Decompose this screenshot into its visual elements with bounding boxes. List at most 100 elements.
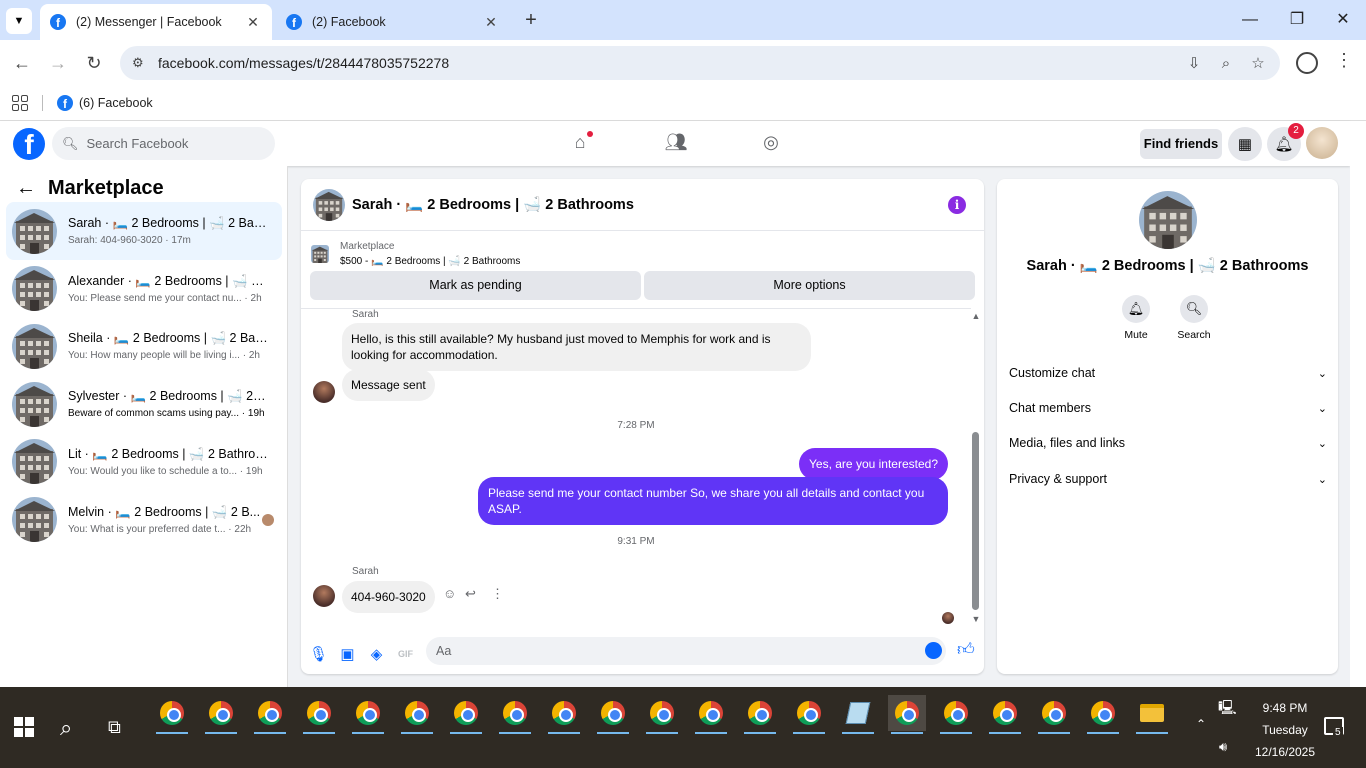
find-friends-button[interactable]: Find friends xyxy=(1140,129,1222,159)
taskbar-chrome[interactable] xyxy=(447,695,485,734)
react-emoji-icon[interactable]: ☺ xyxy=(443,586,456,601)
outgoing-message[interactable]: Yes, are you interested? xyxy=(799,448,948,480)
emoji-icon[interactable] xyxy=(925,642,942,659)
apps-grid-icon[interactable] xyxy=(12,94,28,111)
sticker-icon[interactable]: ◈ xyxy=(362,645,391,663)
sender-avatar[interactable] xyxy=(313,381,335,403)
mark-as-pending-button[interactable]: Mark as pending xyxy=(310,271,641,300)
friends-icon[interactable]: 👥︎ xyxy=(664,132,688,156)
close-tab-icon[interactable]: ✕ xyxy=(244,14,262,31)
restore-button[interactable]: ❐ xyxy=(1275,6,1319,34)
more-options-button[interactable]: More options xyxy=(644,271,975,300)
windows-start-icon[interactable] xyxy=(14,717,34,737)
conversation-item[interactable]: Melvin · 🛏️ 2 Bedrooms | 🛁 2 B... You: Wh… xyxy=(6,491,282,549)
incoming-message[interactable]: Hello, is this still available? My husba… xyxy=(342,323,811,371)
taskbar-chrome[interactable] xyxy=(594,695,632,734)
conversation-item[interactable]: Sylvester · 🛏️ 2 Bedrooms | 🛁 2 B... Bewa… xyxy=(6,375,282,433)
scroll-up-arrow-icon[interactable]: ▲ xyxy=(971,311,981,321)
sender-avatar[interactable] xyxy=(313,585,335,607)
taskbar-chrome[interactable] xyxy=(888,695,926,734)
taskbar-file-explorer[interactable] xyxy=(1133,695,1171,734)
listing-info[interactable]: Marketplace $500 - 🛏️ 2 Bedrooms | 🛁 2 B… xyxy=(301,231,984,269)
profile-icon[interactable] xyxy=(1296,52,1318,74)
conversation-item[interactable]: Sarah · 🛏️ 2 Bedrooms | 🛁 2 Bath... Sarah… xyxy=(6,202,282,260)
zoom-icon[interactable]: ⌕ xyxy=(1214,52,1238,76)
groups-icon[interactable]: ◎ xyxy=(759,132,783,156)
tab-facebook[interactable]: f (2) Facebook ✕ xyxy=(276,4,510,40)
forward-button[interactable]: → xyxy=(44,49,72,77)
section-customize-chat[interactable]: Customize chat ⌄ xyxy=(1009,358,1327,388)
menu-grid-icon[interactable]: ▦ xyxy=(1228,127,1262,161)
facebook-search-input[interactable]: 🔍︎ Search Facebook xyxy=(52,127,275,160)
close-window-button[interactable]: ✕ xyxy=(1321,6,1365,34)
conversation-item[interactable]: Sheila · 🛏️ 2 Bedrooms | 🛁 2 Bath... You:… xyxy=(6,317,282,375)
microphone-icon[interactable]: 🎙︎ xyxy=(304,645,333,663)
conversation-item[interactable]: Lit · 🛏️ 2 Bedrooms | 🛁 2 Bathroo... You:… xyxy=(6,433,282,491)
account-avatar[interactable] xyxy=(1306,127,1338,159)
site-info-icon[interactable]: ⚙ xyxy=(132,55,150,71)
taskbar-chrome[interactable] xyxy=(1035,695,1073,734)
system-clock[interactable]: 9:48 PM Tuesday 12/16/2025 xyxy=(1240,697,1330,763)
thumbs-up-icon[interactable]: 👍︎ xyxy=(957,639,975,660)
close-tab-icon[interactable]: ✕ xyxy=(482,14,500,31)
conversation-item[interactable]: Alexander · 🛏️ 2 Bedrooms | 🛁 2 ... You: … xyxy=(6,260,282,318)
taskbar-chrome[interactable] xyxy=(790,695,828,734)
bookmark-facebook[interactable]: f (6) Facebook xyxy=(57,94,153,111)
volume-icon[interactable]: 🔊︎ xyxy=(1219,739,1227,755)
bookmark-star-icon[interactable]: ☆ xyxy=(1246,52,1270,76)
gif-icon[interactable]: GIF xyxy=(391,649,420,659)
section-media-files-links[interactable]: Media, files and links ⌄ xyxy=(1009,428,1327,458)
taskbar-chrome[interactable] xyxy=(153,695,191,734)
listing-thumbnail xyxy=(12,208,57,254)
message-input[interactable]: Aa xyxy=(426,637,946,665)
minimize-button[interactable]: — xyxy=(1228,6,1272,34)
listing-thumbnail[interactable] xyxy=(313,188,345,221)
info-icon[interactable]: i xyxy=(948,196,966,214)
taskbar-chrome[interactable] xyxy=(692,695,730,734)
taskbar-chrome[interactable] xyxy=(741,695,779,734)
taskbar-chrome[interactable] xyxy=(251,695,289,734)
message-thread[interactable]: Sarah Hello, is this still available? My… xyxy=(301,308,980,626)
back-arrow-icon[interactable]: ← xyxy=(16,177,36,200)
chevron-up-icon[interactable]: ⌃ xyxy=(1196,717,1206,731)
outgoing-message[interactable]: Please send me your contact number So, w… xyxy=(478,477,948,525)
taskbar-chrome[interactable] xyxy=(202,695,240,734)
section-privacy-support[interactable]: Privacy & support ⌄ xyxy=(1009,464,1327,494)
facebook-logo[interactable]: f xyxy=(13,128,45,160)
page-scrollbar[interactable] xyxy=(1350,121,1366,687)
taskbar-chrome[interactable] xyxy=(398,695,436,734)
incoming-message[interactable]: Message sent xyxy=(342,369,435,401)
reply-icon[interactable]: ↩ xyxy=(465,586,476,602)
chat-title[interactable]: Sarah · 🛏️ 2 Bedrooms | 🛁 2 Bathrooms xyxy=(352,196,634,213)
thread-scrollbar-thumb[interactable] xyxy=(972,432,979,610)
search-icon[interactable]: ⌕ xyxy=(60,715,72,741)
more-actions-icon[interactable]: ⋮ xyxy=(491,586,504,602)
taskbar-notepad[interactable] xyxy=(839,695,877,734)
taskbar-chrome[interactable] xyxy=(300,695,338,734)
new-tab-button[interactable]: + xyxy=(520,9,542,31)
back-button[interactable]: ← xyxy=(8,49,36,77)
browser-menu-icon[interactable]: ⋮ xyxy=(1335,50,1353,71)
taskbar-chrome[interactable] xyxy=(545,695,583,734)
scroll-down-arrow-icon[interactable]: ▼ xyxy=(971,614,981,624)
search-conversation-button[interactable]: 🔍︎ Search xyxy=(1169,295,1219,341)
taskbar-chrome[interactable] xyxy=(986,695,1024,734)
task-view-icon[interactable]: ⧉ xyxy=(108,717,121,738)
taskbar-chrome[interactable] xyxy=(1084,695,1122,734)
taskbar-chrome[interactable] xyxy=(643,695,681,734)
taskbar-chrome[interactable] xyxy=(349,695,387,734)
install-app-icon[interactable]: ⇩ xyxy=(1182,52,1206,76)
marketplace-conversation-list: ← Marketplace Sarah · 🛏️ 2 Bedrooms | 🛁 … xyxy=(0,166,288,687)
listing-avatar[interactable] xyxy=(1139,191,1197,249)
incoming-message[interactable]: 404-960-3020 xyxy=(342,581,435,613)
address-bar[interactable]: ⚙ facebook.com/messages/t/28444780357522… xyxy=(120,46,1280,80)
taskbar-chrome[interactable] xyxy=(937,695,975,734)
taskbar-chrome[interactable] xyxy=(496,695,534,734)
photo-icon[interactable]: ▣ xyxy=(333,645,362,663)
tab-search-button[interactable]: ▼ xyxy=(6,8,32,34)
section-chat-members[interactable]: Chat members ⌄ xyxy=(1009,393,1327,423)
mute-button[interactable]: 🔔︎ Mute xyxy=(1111,295,1161,341)
network-icon[interactable]: 🖳︎ xyxy=(1218,697,1237,721)
tab-messenger[interactable]: f (2) Messenger | Facebook ✕ xyxy=(40,4,272,40)
reload-button[interactable]: ↻ xyxy=(80,49,108,77)
